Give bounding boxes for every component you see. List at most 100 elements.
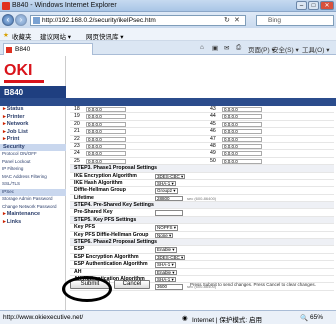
row-index: 44: [210, 113, 216, 120]
ip-input[interactable]: 0.0.0.0: [222, 107, 262, 112]
setting-select[interactable]: Enable ▾: [155, 247, 177, 253]
setting-input[interactable]: 28800: [155, 195, 183, 202]
close-button[interactable]: ✕: [320, 1, 334, 10]
sidebar-item-printer[interactable]: ▸Printer: [0, 114, 66, 122]
tools-menu[interactable]: 工具(O) ▾: [302, 44, 329, 54]
web-slice-link[interactable]: 网页快讯库 ▾: [86, 31, 124, 41]
row-index: 43: [210, 106, 216, 112]
setting-select[interactable]: 3DES-CBC ▾: [155, 254, 186, 261]
ip-input[interactable]: 0.0.0.0: [222, 129, 262, 135]
back-button[interactable]: ‹: [2, 14, 14, 26]
ip-input[interactable]: 0.0.0.0: [86, 136, 126, 142]
page-icon: [33, 17, 40, 24]
sidebar-item-change-network-password[interactable]: Change Network Password: [0, 204, 66, 212]
setting-row: Pre-Shared Key: [70, 209, 334, 217]
table-row: 23 0.0.0.0 48 0.0.0.0: [70, 142, 334, 151]
ip-input[interactable]: 0.0.0.0: [222, 151, 262, 157]
row-index: 47: [210, 135, 216, 142]
security-zone: Internet | 保护模式: 启用: [192, 317, 262, 324]
search-input[interactable]: Bing: [256, 15, 334, 26]
suggested-sites-link[interactable]: 建议网站 ▾: [40, 31, 71, 41]
feeds-icon[interactable]: ▣: [212, 44, 218, 52]
ip-input[interactable]: 0.0.0.0: [86, 114, 126, 120]
maximize-button[interactable]: □: [308, 1, 319, 10]
setting-label: IKE Hash Algorithm: [74, 179, 123, 186]
home-icon[interactable]: ⌂: [200, 44, 204, 51]
sidebar-item-job-list[interactable]: ▸Job List: [0, 129, 66, 137]
zoom-icon[interactable]: 🔍: [300, 314, 308, 322]
tab-b840[interactable]: B840: [3, 43, 93, 55]
print-icon[interactable]: ⎙: [236, 44, 241, 52]
ip-input[interactable]: 0.0.0.0: [86, 129, 126, 135]
favorites-button[interactable]: 收藏夹: [12, 31, 32, 41]
url-input[interactable]: http://192.168.0.2/security/ikeIPsec.htm: [30, 15, 246, 26]
arrow-icon: ▸: [3, 121, 6, 127]
sidebar-item-ip-filtering[interactable]: IP Filtering: [0, 166, 66, 174]
ip-input[interactable]: 0.0.0.0: [222, 143, 262, 149]
setting-label: STEP6. Phase2 Proposal Settings: [74, 239, 158, 246]
row-index: 22: [74, 135, 80, 142]
setting-select[interactable]: SHA-1 ▾: [155, 180, 176, 187]
zoom-level[interactable]: 65%: [310, 314, 323, 321]
page-content: OKI B840 ▸Status ▸Printer ▸Network ▸Job Lis…: [0, 56, 336, 310]
setting-row: AH Enable ▾: [70, 269, 334, 276]
window-title: B840 - Windows Internet Explorer: [12, 2, 117, 9]
table-row: 18 0.0.0.0 43 0.0.0.0: [70, 106, 334, 114]
row-index: 48: [210, 142, 216, 149]
ip-input[interactable]: 0.0.0.0: [222, 158, 262, 164]
header-band: [0, 98, 336, 106]
sidebar-item-maintenance[interactable]: ▸Maintenance: [0, 211, 66, 219]
sidebar-item-ipsec[interactable]: IPSec: [0, 188, 66, 196]
ip-input[interactable]: 0.0.0.0: [222, 121, 262, 127]
sidebar-item-network[interactable]: ▸Network: [0, 121, 66, 129]
setting-label: IKE Encryption Algorithm: [74, 172, 137, 179]
sidebar-item-storage-admin-password[interactable]: Storage Admin Password: [0, 196, 66, 204]
logo-underline: [4, 80, 44, 83]
sidebar-item-mac-address-filtering[interactable]: MAC Address Filtering: [0, 174, 66, 182]
setting-select[interactable]: Group2 ▾: [155, 188, 178, 194]
ip-input[interactable]: 0.0.0.0: [86, 143, 126, 149]
page-menu[interactable]: 页面(P) ▾: [248, 44, 275, 54]
setting-label: AH: [74, 268, 82, 275]
setting-row: IKE Hash Algorithm SHA-1 ▾: [70, 179, 334, 188]
mail-icon[interactable]: ✉: [224, 44, 229, 52]
cancel-button[interactable]: Cancel: [114, 280, 150, 289]
ip-input[interactable]: 0.0.0.0: [222, 114, 262, 120]
sidebar-item-links[interactable]: ▸Links: [0, 219, 66, 227]
sidebar-item-panel-lockout[interactable]: Panel Lockout: [0, 159, 66, 167]
ip-input[interactable]: 0.0.0.0: [86, 121, 126, 127]
minimize-button[interactable]: –: [296, 1, 307, 10]
safety-menu[interactable]: 安全(S) ▾: [272, 44, 299, 54]
ip-address-table: 18 0.0.0.0 43 0.0.0.0 19 0.0.0.0 44 0.0.0.0 20 0.…: [70, 106, 334, 166]
setting-select[interactable]: NOPFS ▾: [155, 225, 179, 231]
favorites-star-icon[interactable]: ★: [3, 31, 9, 39]
arrow-icon: ▸: [3, 211, 6, 217]
title-bar: B840 - Windows Internet Explorer – □ ✕: [0, 0, 336, 12]
sidebar-item-print[interactable]: ▸Print: [0, 136, 66, 144]
model-title: B840: [0, 86, 66, 98]
section-header: STEP4. Pre-Shared Key Settings: [70, 202, 334, 210]
ip-input[interactable]: 0.0.0.0: [86, 107, 126, 112]
section-header: STEP3. Phase1 Proposal Settings: [70, 165, 334, 173]
row-index: 24: [74, 150, 80, 157]
setting-input[interactable]: [155, 210, 183, 216]
table-row: 24 0.0.0.0 49 0.0.0.0: [70, 150, 334, 158]
sidebar-item-status[interactable]: ▸Status: [0, 106, 66, 114]
tab-row: B840 ⌂ ▣ ✉ ⎙ 页面(P) ▾ 安全(S) ▾ 工具(O) ▾: [0, 41, 336, 55]
setting-select[interactable]: SHA-1 ▾: [155, 262, 176, 268]
oki-logo: OKI: [4, 62, 33, 79]
sidebar-item-security[interactable]: Security: [0, 143, 66, 151]
sidebar-item-protocol-on-off[interactable]: Protocol ON/OFF: [0, 151, 66, 159]
forward-button[interactable]: ›: [15, 14, 27, 26]
ip-input[interactable]: 0.0.0.0: [222, 136, 262, 142]
ip-input[interactable]: 0.0.0.0: [86, 158, 126, 164]
setting-select[interactable]: Enable ▾: [155, 269, 177, 276]
setting-select[interactable]: None ▾: [155, 232, 174, 239]
ip-input[interactable]: 0.0.0.0: [86, 151, 126, 157]
sidebar-item-ssl-tls[interactable]: SSL/TLS: [0, 181, 66, 189]
stop-icon[interactable]: ✕: [234, 16, 240, 24]
table-row: 25 0.0.0.0 50 0.0.0.0: [70, 158, 334, 166]
table-row: 21 0.0.0.0 46 0.0.0.0: [70, 128, 334, 136]
setting-select[interactable]: 3DES-CBC ▾: [155, 173, 186, 180]
refresh-icon[interactable]: ↻: [224, 16, 230, 24]
